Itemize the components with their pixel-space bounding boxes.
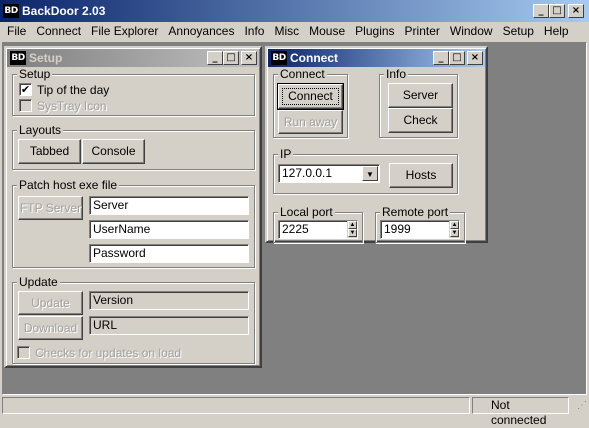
connection-status: Not connected xyxy=(491,398,547,427)
ip-combobox[interactable]: 127.0.0.1 ▼ xyxy=(278,164,380,183)
close-icon[interactable]: × xyxy=(241,51,257,65)
menu-plugins[interactable]: Plugins xyxy=(350,22,399,41)
update-group: Update Update Download Version URL Check… xyxy=(12,275,255,364)
maximize-icon[interactable]: □ xyxy=(223,51,239,65)
spin-up-icon[interactable]: ▲ xyxy=(348,221,357,229)
setup-group: Setup ✔ Tip of the day SysTray Icon xyxy=(12,67,255,116)
local-port-value: 2225 xyxy=(282,222,309,236)
status-panel-connection: Not connected xyxy=(472,397,569,427)
spin-down-icon[interactable]: ▼ xyxy=(348,229,357,237)
info-group-legend: Info xyxy=(384,67,409,81)
layouts-group-legend: Layouts xyxy=(17,123,64,137)
minimize-icon[interactable]: _ xyxy=(207,51,223,65)
focus-ring xyxy=(282,88,339,105)
minimize-icon[interactable]: _ xyxy=(533,4,549,18)
update-button[interactable]: Update xyxy=(18,291,83,315)
maximize-icon[interactable]: □ xyxy=(549,4,565,18)
patch-host-group: Patch host exe file FTP Server Server Us… xyxy=(12,178,255,268)
run-away-button[interactable]: Run away xyxy=(278,110,343,134)
menu-misc[interactable]: Misc xyxy=(269,22,304,41)
server-field[interactable]: Server xyxy=(89,196,249,215)
tip-of-day-label[interactable]: Tip of the day xyxy=(37,83,109,97)
check-updates-checkbox[interactable] xyxy=(17,346,30,359)
menu-connect[interactable]: Connect xyxy=(31,22,86,41)
setup-titlebar[interactable]: BD Setup _ □ × xyxy=(7,49,259,67)
check-button[interactable]: Check xyxy=(388,108,453,133)
maximize-icon[interactable]: □ xyxy=(449,51,465,65)
connect-button[interactable]: Connect xyxy=(277,83,344,110)
backdoor-logo-icon: BD xyxy=(3,4,19,18)
server-button[interactable]: Server xyxy=(388,83,453,108)
status-bar: Not connected ⋰ xyxy=(0,396,589,427)
info-group: Info Server Check xyxy=(379,67,458,138)
systray-label[interactable]: SysTray Icon xyxy=(37,99,107,113)
connect-title: Connect xyxy=(290,51,338,65)
close-icon[interactable]: × xyxy=(568,4,584,18)
remote-port-spinner[interactable]: ▲ ▼ xyxy=(449,221,459,238)
console-button[interactable]: Console xyxy=(82,139,145,164)
spin-up-icon[interactable]: ▲ xyxy=(450,221,459,229)
local-port-legend: Local port xyxy=(278,205,335,219)
spin-down-icon[interactable]: ▼ xyxy=(450,229,459,237)
backdoor-logo-icon: BD xyxy=(271,51,287,65)
ftp-server-button[interactable]: FTP Server xyxy=(18,196,83,220)
hosts-button[interactable]: Hosts xyxy=(389,163,453,188)
close-icon[interactable]: × xyxy=(467,51,483,65)
minimize-icon[interactable]: _ xyxy=(433,51,449,65)
chevron-down-icon[interactable]: ▼ xyxy=(362,166,378,181)
local-port-spinner[interactable]: ▲ ▼ xyxy=(347,221,357,238)
username-field[interactable]: UserName xyxy=(89,220,249,239)
url-field: URL xyxy=(89,316,249,335)
connect-group-legend: Connect xyxy=(278,67,327,81)
systray-checkbox[interactable] xyxy=(19,99,32,112)
remote-port-value: 1999 xyxy=(384,222,411,236)
menu-annoyances[interactable]: Annoyances xyxy=(163,22,239,41)
status-panel-empty xyxy=(2,397,470,414)
menu-setup[interactable]: Setup xyxy=(498,22,539,41)
menu-file[interactable]: File xyxy=(2,22,31,41)
tabbed-button[interactable]: Tabbed xyxy=(18,139,81,164)
tip-of-day-checkbox[interactable]: ✔ xyxy=(19,83,32,96)
setup-group-legend: Setup xyxy=(17,67,53,81)
download-button[interactable]: Download xyxy=(18,316,83,340)
app-title: BackDoor 2.03 xyxy=(22,4,106,18)
remote-port-group: Remote port 1999 ▲ ▼ xyxy=(375,205,465,243)
connect-group: Connect Connect Run away xyxy=(273,67,348,138)
connect-window: BD Connect _ □ × Connect Connect Run awa… xyxy=(265,46,488,243)
layouts-group: Layouts Tabbed Console xyxy=(12,123,255,170)
ip-value: 127.0.0.1 xyxy=(282,166,333,180)
menu-info[interactable]: Info xyxy=(239,22,269,41)
setup-window: BD Setup _ □ × Setup ✔ Tip of the day Sy… xyxy=(4,46,262,368)
remote-port-field[interactable]: 1999 ▲ ▼ xyxy=(380,220,460,239)
ip-group-legend: IP xyxy=(278,147,294,161)
menu-bar: File Connect File Explorer Annoyances Info Mi… xyxy=(2,22,587,42)
local-port-field[interactable]: 2225 ▲ ▼ xyxy=(278,220,358,239)
update-group-legend: Update xyxy=(17,275,60,289)
size-grip-icon[interactable]: ⋰ xyxy=(572,398,587,414)
menu-printer[interactable]: Printer xyxy=(400,22,445,41)
menu-file-explorer[interactable]: File Explorer xyxy=(86,22,163,41)
connect-titlebar[interactable]: BD Connect _ □ × xyxy=(268,49,485,67)
menu-mouse[interactable]: Mouse xyxy=(304,22,350,41)
setup-title: Setup xyxy=(29,51,63,65)
patch-host-legend: Patch host exe file xyxy=(17,178,120,192)
local-port-group: Local port 2225 ▲ ▼ xyxy=(273,205,363,243)
menu-help[interactable]: Help xyxy=(539,22,574,41)
check-updates-label[interactable]: Checks for updates on load xyxy=(35,346,181,360)
menu-window[interactable]: Window xyxy=(445,22,498,41)
ip-group: IP 127.0.0.1 ▼ Hosts xyxy=(273,147,458,194)
password-field[interactable]: Password xyxy=(89,244,249,263)
app-titlebar[interactable]: BD BackDoor 2.03 _ □ × xyxy=(0,0,589,22)
remote-port-legend: Remote port xyxy=(380,205,451,219)
version-field: Version xyxy=(89,291,249,310)
backdoor-logo-icon: BD xyxy=(10,51,26,65)
